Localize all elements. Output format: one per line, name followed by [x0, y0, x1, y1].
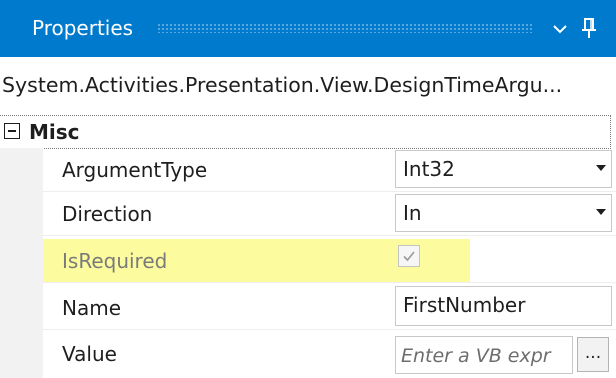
- dropdown-value: In: [403, 201, 422, 225]
- value-expression-input[interactable]: Enter a VB expr: [395, 336, 573, 374]
- input-value: FirstNumber: [403, 293, 526, 317]
- panel-title: Properties: [32, 16, 134, 40]
- selected-object-type: System.Activities.Presentation.View.Desi…: [2, 73, 563, 97]
- row-divider: [43, 282, 616, 283]
- expression-placeholder: Enter a VB expr: [401, 345, 551, 367]
- property-grid: ArgumentType Int32 Direction In IsRequir…: [0, 148, 616, 378]
- property-row-argumenttype: ArgumentType Int32: [43, 148, 616, 192]
- row-divider: [43, 329, 616, 330]
- panel-title-bar: Properties: [0, 0, 616, 57]
- chevron-down-icon[interactable]: [596, 209, 606, 215]
- name-text-input[interactable]: FirstNumber: [395, 286, 612, 326]
- property-name: Name: [62, 296, 122, 320]
- argumenttype-dropdown[interactable]: Int32: [395, 150, 612, 188]
- property-row-direction: Direction In: [43, 192, 616, 236]
- row-divider: [43, 235, 616, 236]
- chevron-down-icon[interactable]: [596, 165, 606, 171]
- category-label: Misc: [29, 120, 80, 144]
- direction-dropdown[interactable]: In: [395, 194, 612, 232]
- property-grid-gutter: [0, 148, 43, 378]
- property-row-name: Name FirstNumber: [43, 286, 616, 330]
- property-name: IsRequired: [62, 249, 168, 273]
- properties-panel: Properties System.Activities.Presentatio…: [0, 0, 616, 378]
- dropdown-value: Int32: [403, 157, 455, 181]
- category-header-misc[interactable]: Misc: [0, 115, 611, 149]
- expression-editor-button[interactable]: ...: [577, 337, 609, 372]
- checkmark-icon: [403, 251, 415, 262]
- isrequired-checkbox[interactable]: [398, 245, 420, 267]
- minus-box-icon[interactable]: [4, 123, 20, 139]
- title-bar-grip[interactable]: [157, 23, 532, 33]
- chevron-down-icon[interactable]: [549, 14, 571, 42]
- property-row-isrequired: IsRequired: [43, 239, 616, 283]
- property-name: Direction: [62, 202, 153, 226]
- property-name: ArgumentType: [62, 158, 208, 182]
- property-row-value: Value Enter a VB expr ...: [43, 332, 616, 376]
- pin-icon[interactable]: [578, 13, 600, 43]
- property-name: Value: [62, 342, 117, 366]
